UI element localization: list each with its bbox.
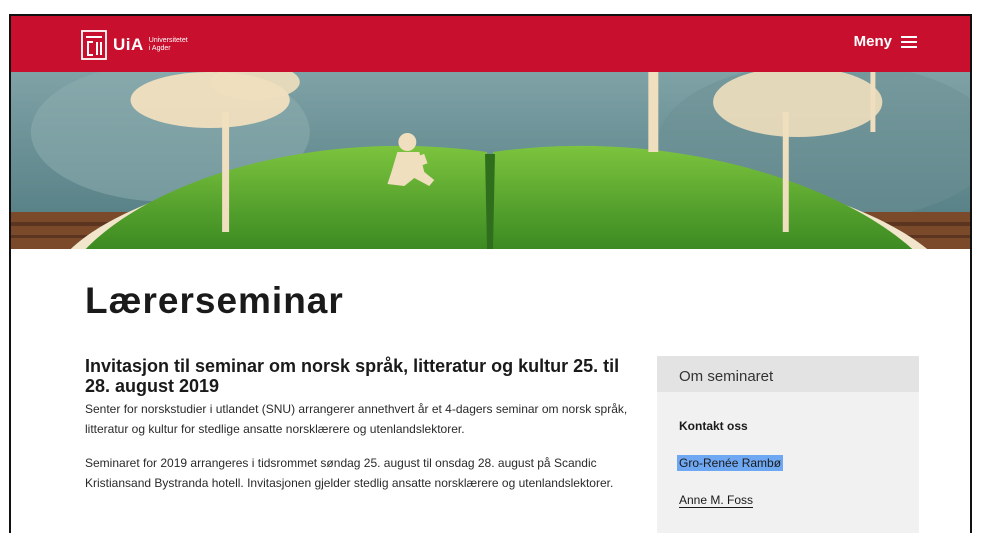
logo-text: UiA [113, 35, 144, 54]
page-title: Lærerseminar [85, 280, 344, 321]
contact-link-anne-m-foss[interactable]: Anne M. Foss [679, 493, 754, 508]
open-book-landscape-illustration [11, 72, 970, 249]
sidebar-title: Om seminaret [657, 356, 919, 392]
menu-button[interactable]: Meny [854, 33, 917, 50]
menu-label: Meny [853, 33, 892, 50]
article-heading: Invitasjon til seminar om norsk språk, l… [85, 356, 620, 396]
uia-logo-icon [81, 30, 107, 60]
article-paragraph-1: Senter for norskstudier i utlandet (SNU)… [85, 402, 628, 436]
seminar-info-sidebar: Om seminaret Kontakt oss Gro-Renée Rambø… [657, 356, 919, 533]
hamburger-menu-icon [901, 35, 917, 48]
hero-image [11, 72, 970, 249]
main-article: Invitasjon til seminar om norsk språk, l… [85, 356, 645, 493]
site-header: UiA Universitetet i Agder Meny [11, 16, 970, 72]
browser-page: UiA Universitetet i Agder Meny Lærersemi… [9, 14, 972, 533]
logo-subtitle: Universitetet i Agder [149, 37, 188, 53]
contact-link-gro-renee-rambo[interactable]: Gro-Renée Rambø [677, 455, 784, 471]
uia-logo[interactable]: UiA Universitetet i Agder [81, 30, 188, 60]
contact-heading: Kontakt oss [679, 419, 748, 433]
logo-subtitle-line2: i Agder [148, 45, 171, 52]
article-paragraph-2: Seminaret for 2019 arrangeres i tidsromm… [85, 456, 614, 490]
logo-subtitle-line1: Universitetet [148, 37, 188, 44]
